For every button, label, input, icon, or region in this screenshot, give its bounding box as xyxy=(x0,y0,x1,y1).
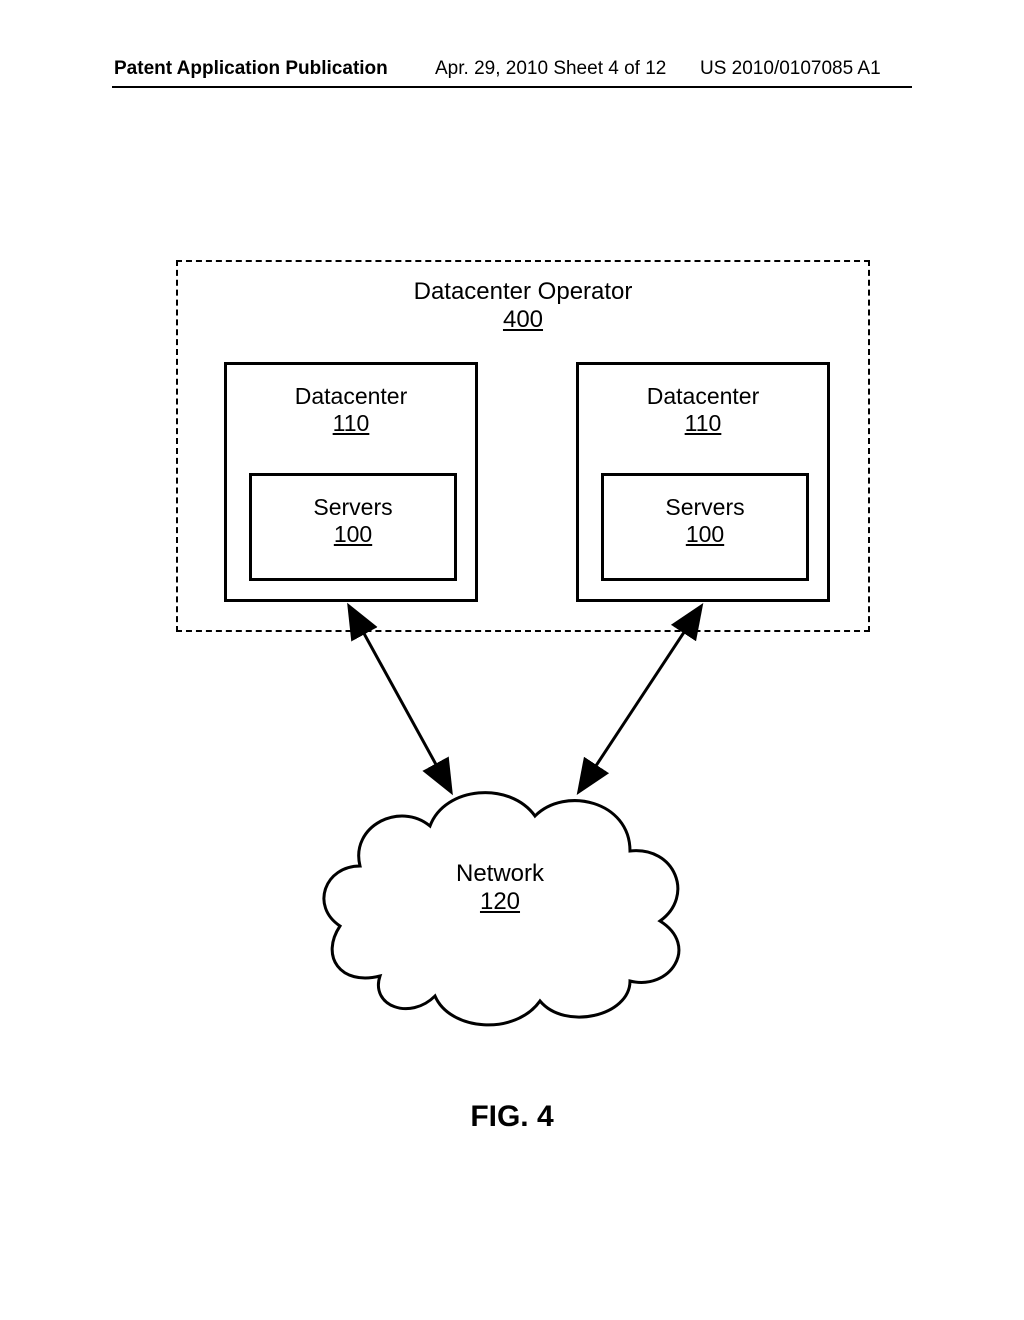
servers-title-right: Servers 100 xyxy=(604,494,806,548)
datacenter-title-text: Datacenter xyxy=(647,383,760,409)
datacenter-box-left: Datacenter 110 Servers 100 xyxy=(224,362,478,602)
datacenter-ref: 110 xyxy=(685,410,722,436)
page-header: Patent Application Publication Apr. 29, … xyxy=(0,58,1024,86)
datacenter-title-text: Datacenter xyxy=(295,383,408,409)
operator-ref: 400 xyxy=(503,306,543,333)
header-publication-type: Patent Application Publication xyxy=(114,58,388,80)
datacenter-ref: 110 xyxy=(333,410,370,436)
servers-ref: 100 xyxy=(334,521,372,547)
servers-title-text: Servers xyxy=(313,494,392,520)
datacenter-title-left: Datacenter 110 xyxy=(227,383,475,437)
network-cloud: Network 120 xyxy=(310,756,690,1036)
servers-title-left: Servers 100 xyxy=(252,494,454,548)
header-row: Patent Application Publication Apr. 29, … xyxy=(0,58,1024,86)
operator-title-text: Datacenter Operator xyxy=(414,278,633,305)
servers-box-left: Servers 100 xyxy=(249,473,457,581)
datacenter-operator-title: Datacenter Operator 400 xyxy=(178,278,868,334)
header-publication-number: US 2010/0107085 A1 xyxy=(700,58,881,80)
figure-caption: FIG. 4 xyxy=(0,1100,1024,1134)
servers-box-right: Servers 100 xyxy=(601,473,809,581)
network-ref: 120 xyxy=(480,888,520,915)
header-date-sheet: Apr. 29, 2010 Sheet 4 of 12 xyxy=(435,58,666,80)
network-title-text: Network xyxy=(456,860,544,887)
header-rule xyxy=(112,86,912,88)
datacenter-box-right: Datacenter 110 Servers 100 xyxy=(576,362,830,602)
patent-page: Patent Application Publication Apr. 29, … xyxy=(0,0,1024,1320)
datacenter-operator-box: Datacenter Operator 400 Datacenter 110 S… xyxy=(176,260,870,632)
servers-ref: 100 xyxy=(686,521,724,547)
servers-title-text: Servers xyxy=(665,494,744,520)
datacenter-title-right: Datacenter 110 xyxy=(579,383,827,437)
network-label: Network 120 xyxy=(310,860,690,916)
